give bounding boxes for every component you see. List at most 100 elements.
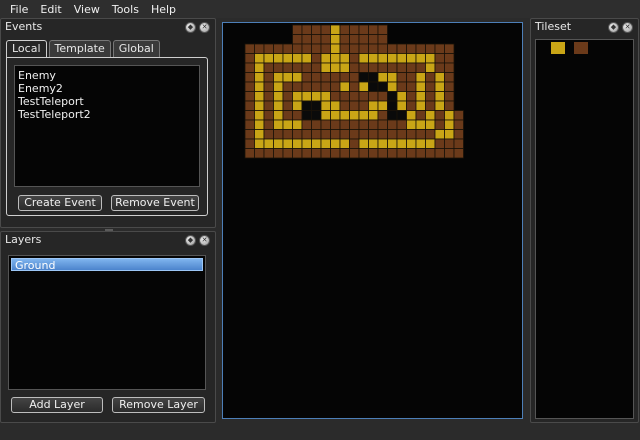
map-tile-yellow[interactable] xyxy=(377,53,388,64)
map-tile-yellow[interactable] xyxy=(358,110,369,121)
map-tile-brown[interactable] xyxy=(301,62,312,73)
map-tile-brown[interactable] xyxy=(292,110,303,121)
map-tile-brown[interactable] xyxy=(254,43,265,54)
map-tile-brown[interactable] xyxy=(292,24,303,35)
map-tile-brown[interactable] xyxy=(453,148,464,159)
map-tile-yellow[interactable] xyxy=(339,81,350,92)
float-icon[interactable]: ◆ xyxy=(185,235,196,246)
map-tile-dark[interactable] xyxy=(301,110,312,121)
map-tile-brown[interactable] xyxy=(339,148,350,159)
map-tile-yellow[interactable] xyxy=(273,138,284,149)
map-tile-yellow[interactable] xyxy=(425,62,436,73)
tileset-view[interactable] xyxy=(535,39,634,419)
map-tile-brown[interactable] xyxy=(444,43,455,54)
remove-event-button[interactable]: Remove Event xyxy=(111,195,199,211)
map-tile-brown[interactable] xyxy=(320,24,331,35)
map-tile-brown[interactable] xyxy=(358,148,369,159)
map-tile-brown[interactable] xyxy=(349,34,360,45)
map-tile-brown[interactable] xyxy=(311,72,322,83)
map-tile-yellow[interactable] xyxy=(311,91,322,102)
tab-template[interactable]: Template xyxy=(48,40,111,57)
map-tile-brown[interactable] xyxy=(349,72,360,83)
map-tile-dark[interactable] xyxy=(368,81,379,92)
map-tile-brown[interactable] xyxy=(301,119,312,130)
map-tile-brown[interactable] xyxy=(377,148,388,159)
map-tile-brown[interactable] xyxy=(282,91,293,102)
map-tile-brown[interactable] xyxy=(263,110,274,121)
layers-list[interactable]: Ground xyxy=(8,255,206,390)
map-tile-yellow[interactable] xyxy=(406,138,417,149)
map-tile-brown[interactable] xyxy=(244,110,255,121)
map-tile-brown[interactable] xyxy=(244,72,255,83)
map-tile-brown[interactable] xyxy=(282,110,293,121)
map-tile-yellow[interactable] xyxy=(254,72,265,83)
map-tile-yellow[interactable] xyxy=(301,138,312,149)
map-tile-brown[interactable] xyxy=(425,72,436,83)
map-tile-yellow[interactable] xyxy=(292,91,303,102)
map-tile-yellow[interactable] xyxy=(358,53,369,64)
map-tile-yellow[interactable] xyxy=(254,53,265,64)
map-tile-yellow[interactable] xyxy=(368,53,379,64)
map-tile-brown[interactable] xyxy=(425,43,436,54)
map-tile-brown[interactable] xyxy=(301,43,312,54)
map-tile-brown[interactable] xyxy=(406,81,417,92)
menu-view[interactable]: View xyxy=(68,3,106,16)
map-tile-brown[interactable] xyxy=(406,100,417,111)
map-tile-dark[interactable] xyxy=(301,100,312,111)
map-tile-yellow[interactable] xyxy=(406,110,417,121)
map-tile-brown[interactable] xyxy=(263,43,274,54)
list-item[interactable]: Enemy xyxy=(15,69,199,82)
map-tile-brown[interactable] xyxy=(387,148,398,159)
map-tile-yellow[interactable] xyxy=(254,100,265,111)
map-tile-brown[interactable] xyxy=(273,43,284,54)
map-tile-brown[interactable] xyxy=(292,43,303,54)
map-tile-brown[interactable] xyxy=(396,72,407,83)
map-tile-brown[interactable] xyxy=(244,43,255,54)
map-tile-brown[interactable] xyxy=(244,138,255,149)
map-tile-brown[interactable] xyxy=(349,129,360,140)
map-canvas[interactable] xyxy=(222,22,523,419)
map-tile-brown[interactable] xyxy=(453,119,464,130)
menu-file[interactable]: File xyxy=(4,3,34,16)
map-tile-yellow[interactable] xyxy=(349,110,360,121)
map-tile-yellow[interactable] xyxy=(387,72,398,83)
map-tile-brown[interactable] xyxy=(368,91,379,102)
map-tile-yellow[interactable] xyxy=(254,119,265,130)
map-tile-brown[interactable] xyxy=(434,53,445,64)
map-tile-yellow[interactable] xyxy=(444,129,455,140)
map-tile-brown[interactable] xyxy=(311,81,322,92)
map-tile-brown[interactable] xyxy=(368,34,379,45)
map-tile-yellow[interactable] xyxy=(406,53,417,64)
map-tile-brown[interactable] xyxy=(377,34,388,45)
map-tile-yellow[interactable] xyxy=(320,91,331,102)
map-tile-brown[interactable] xyxy=(282,62,293,73)
map-tile-yellow[interactable] xyxy=(425,110,436,121)
map-tile-brown[interactable] xyxy=(444,53,455,64)
map-tile-yellow[interactable] xyxy=(377,72,388,83)
float-icon[interactable]: ◆ xyxy=(608,22,619,33)
map-tile-brown[interactable] xyxy=(273,62,284,73)
map-tile-brown[interactable] xyxy=(292,148,303,159)
map-tile-brown[interactable] xyxy=(311,34,322,45)
map-tile-brown[interactable] xyxy=(330,81,341,92)
map-tile-yellow[interactable] xyxy=(301,53,312,64)
map-tile-brown[interactable] xyxy=(339,24,350,35)
map-tile-yellow[interactable] xyxy=(434,91,445,102)
map-tile-brown[interactable] xyxy=(292,34,303,45)
map-tile-brown[interactable] xyxy=(425,100,436,111)
map-tile-brown[interactable] xyxy=(349,91,360,102)
map-tile-yellow[interactable] xyxy=(434,100,445,111)
map-tile-yellow[interactable] xyxy=(396,91,407,102)
list-item[interactable]: Enemy2 xyxy=(15,82,199,95)
list-item[interactable]: TestTeleport2 xyxy=(15,108,199,121)
map-tile-brown[interactable] xyxy=(301,81,312,92)
add-layer-button[interactable]: Add Layer xyxy=(11,397,103,413)
map-tile-dark[interactable] xyxy=(387,100,398,111)
map-tile-brown[interactable] xyxy=(425,148,436,159)
map-tile-dark[interactable] xyxy=(311,100,322,111)
map-tile-brown[interactable] xyxy=(339,34,350,45)
map-tile-brown[interactable] xyxy=(406,43,417,54)
map-tile-brown[interactable] xyxy=(425,81,436,92)
map-tile-brown[interactable] xyxy=(292,81,303,92)
map-tile-dark[interactable] xyxy=(387,91,398,102)
